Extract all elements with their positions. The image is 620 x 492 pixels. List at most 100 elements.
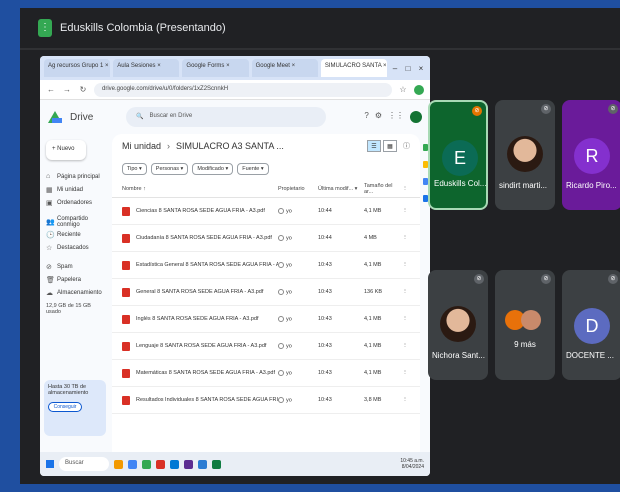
list-view-icon[interactable]: ☰ [367, 140, 381, 152]
file-owner: yo [278, 342, 318, 349]
app-icon[interactable] [142, 459, 151, 469]
sidebar-item-my-drive[interactable]: ▦ Mi unidad [40, 183, 110, 196]
taskbar-search[interactable]: Buscar [59, 457, 109, 471]
file-size: 4,1 MB [364, 370, 382, 376]
profile-avatar[interactable] [414, 84, 424, 95]
participant-tile[interactable]: D ⊘ DOCENTE ... [562, 270, 620, 380]
filter-people[interactable]: Personas ▾ [150, 163, 189, 175]
more-icon[interactable]: ⋮ [400, 316, 410, 322]
participant-tile[interactable]: R ⊘ Ricardo Piro... [562, 100, 620, 210]
minimize-icon[interactable]: – [390, 64, 400, 73]
more-icon[interactable]: ⋮ [400, 343, 410, 349]
windows-taskbar: Buscar 10:45 a.m. 8/04/2024 [40, 452, 430, 476]
breadcrumb-item[interactable]: Mi unidad [122, 141, 161, 151]
filter-type[interactable]: Tipo ▾ [122, 163, 147, 175]
filter-modified[interactable]: Modificado ▾ [192, 163, 234, 175]
pdf-icon [122, 287, 130, 297]
sidebar-item-trash[interactable]: 🗑 Papelera [40, 273, 110, 286]
file-owner: yo [278, 315, 318, 322]
pdf-icon [122, 395, 130, 405]
bookmark-icon[interactable]: ☆ [398, 85, 408, 94]
view-toggle[interactable]: ☰ ▦ [367, 140, 397, 152]
reload-icon[interactable]: ↻ [78, 85, 88, 94]
participant-tile[interactable]: 9 más ⊘ [495, 270, 555, 380]
help-icon[interactable]: ? [364, 111, 368, 123]
browser-tab[interactable]: Google Meet × [251, 59, 318, 77]
person-icon [278, 396, 284, 403]
presenting-icon: ⋮ [38, 19, 52, 37]
column-size[interactable]: Tamaño del ar... [364, 183, 400, 195]
sidebar-item-recent[interactable]: 🕒 Reciente [40, 228, 110, 241]
table-row[interactable]: Ciencias 8 SANTA ROSA SEDE AGUA FRIA - A… [112, 198, 420, 225]
table-row[interactable]: Ciudadanía 8 SANTA ROSA SEDE AGUA FRIA -… [112, 225, 420, 252]
search-icon: 🔍 [136, 114, 144, 120]
windows-start-icon[interactable] [46, 460, 54, 468]
filter-source[interactable]: Fuente ▾ [237, 163, 269, 175]
word-icon[interactable] [198, 459, 207, 469]
column-owner[interactable]: Propietario [278, 186, 318, 192]
more-icon[interactable]: ⋮ [400, 208, 410, 214]
back-icon[interactable]: ← [46, 85, 56, 94]
table-row[interactable]: General 8 SANTA ROSA SEDE AGUA FRIA - A3… [112, 279, 420, 306]
app-icon[interactable] [184, 459, 193, 469]
forward-icon[interactable]: → [62, 85, 72, 94]
table-row[interactable]: Matemáticas 8 SANTA ROSA SEDE AGUA FRIA … [112, 360, 420, 387]
pdf-icon [122, 314, 130, 324]
apps-icon[interactable]: ⋮⋮ [388, 111, 404, 123]
more-icon[interactable]: ⋮ [400, 289, 410, 295]
participant-tile[interactable]: ⊘ sindirt marti... [495, 100, 555, 210]
participant-tile[interactable]: ⊘ Nichora Sant... [428, 270, 488, 380]
meet-top-bar: ⋮ Eduskills Colombia (Presentando) [20, 8, 620, 48]
column-name[interactable]: Nombre ↑ [122, 186, 278, 192]
browser-tab[interactable]: Google Forms × [182, 59, 249, 77]
table-row[interactable]: Lenguaje 8 SANTA ROSA SEDE AGUA FRIA - A… [112, 333, 420, 360]
info-icon[interactable]: ⓘ [403, 141, 410, 151]
file-modified: 10:43 [318, 343, 332, 349]
table-row[interactable]: Estadística General 8 SANTA ROSA SEDE AG… [112, 252, 420, 279]
excel-icon[interactable] [212, 459, 221, 469]
sidebar-item-starred[interactable]: ☆ Destacados [40, 241, 110, 254]
close-icon[interactable]: × [416, 64, 426, 73]
chrome-icon[interactable] [128, 459, 137, 469]
mic-off-icon: ⊘ [474, 274, 484, 284]
breadcrumb-current[interactable]: SIMULACRO A3 SANTA ... [176, 141, 284, 151]
sidebar-item-spam[interactable]: ⊘ Spam [40, 260, 110, 273]
more-icon[interactable]: ⋮ [400, 262, 410, 268]
file-size: 4,1 MB [364, 262, 382, 268]
account-avatar[interactable] [410, 111, 422, 123]
more-icon[interactable]: ⋮ [400, 235, 410, 241]
file-modified: 10:44 [318, 235, 332, 241]
drive-search-input[interactable]: 🔍 Buscar en Drive [126, 107, 326, 127]
participant-tile[interactable]: E ⊘ Eduskills Col... [428, 100, 488, 210]
sidebar-item-computers[interactable]: ▣ Ordenadores [40, 196, 110, 209]
more-icon[interactable]: ⋮ [400, 186, 410, 192]
browser-tab[interactable]: Aula Sesiones × [113, 59, 180, 77]
sidebar-item-storage[interactable]: ☁ Almacenamiento [40, 286, 110, 299]
participant-name: sindirt marti... [499, 181, 548, 190]
people-icon: 👥 [46, 218, 55, 226]
column-modified[interactable]: Última modif... ▾ [318, 186, 364, 192]
table-row[interactable]: Resultados Individuales 8 SANTA ROSA SED… [112, 387, 420, 414]
url-field[interactable]: drive.google.com/drive/u/0/folders/1xZ2S… [94, 82, 392, 97]
maximize-icon[interactable]: □ [403, 64, 413, 73]
new-button[interactable]: + Nuevo [46, 140, 86, 160]
gear-icon[interactable]: ⚙ [375, 111, 382, 123]
table-row[interactable]: Inglés 8 SANTA ROSA SEDE AGUA FRIA - A3.… [112, 306, 420, 333]
promo-button[interactable]: Conseguir [48, 402, 82, 412]
browser-tab-active[interactable]: SIMULACRO SANTA × [320, 59, 388, 77]
app-icon[interactable] [156, 459, 165, 469]
more-icon[interactable]: ⋮ [400, 370, 410, 376]
cloud-icon: ☁ [46, 289, 53, 297]
taskbar-clock[interactable]: 10:45 a.m. 8/04/2024 [400, 458, 424, 470]
file-owner: yo [278, 234, 318, 241]
browser-tab[interactable]: Ag recursos Grupo 1 × [44, 59, 111, 77]
drive-app: Drive 🔍 Buscar en Drive ? ⚙ ⋮⋮ + Nuevo ⌂… [40, 100, 430, 452]
grid-view-icon[interactable]: ▦ [383, 140, 397, 152]
sidebar-item-shared[interactable]: 👥 Compartido conmigo [40, 215, 110, 228]
sidebar-item-home[interactable]: ⌂ Página principal [40, 170, 110, 183]
more-icon[interactable]: ⋮ [400, 397, 410, 403]
drive-app-name: Drive [70, 111, 94, 123]
edge-icon[interactable] [170, 459, 179, 469]
file-explorer-icon[interactable] [114, 459, 123, 469]
more-participants[interactable]: 9 más [495, 340, 555, 349]
